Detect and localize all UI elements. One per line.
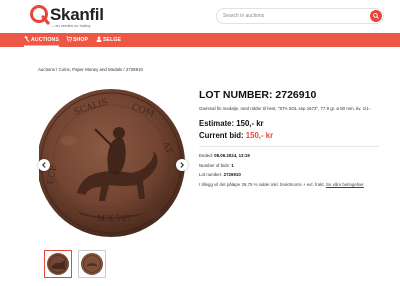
site-header: Skanfil – en verden av hobby: [0, 0, 400, 33]
next-image-button[interactable]: [176, 159, 188, 171]
svg-text:M.X 167: M.X 167: [97, 214, 131, 223]
lot-number-value: 2726910: [223, 172, 241, 177]
prev-image-button[interactable]: [38, 159, 50, 171]
estimate: Estimate: 150,- kr: [199, 119, 264, 128]
logo-icon: [30, 5, 50, 25]
fee-info: I tillegg vil det påløpe 28,75 % salær i…: [199, 182, 364, 187]
fee-text: I tillegg vil det påløpe 28,75 % salær i…: [199, 182, 325, 187]
logo-tagline: – en verden av hobby: [52, 23, 91, 28]
ended-value: 08.06.2024, 13:19: [214, 153, 250, 158]
coin-thumbnail-front: [47, 253, 69, 275]
thumbnail-1[interactable]: [44, 250, 72, 278]
main-nav: AUCTIONS SHOP SELGE: [0, 33, 400, 47]
chevron-left-icon: [41, 162, 46, 168]
estimate-label: Estimate:: [199, 119, 235, 128]
cart-icon: [66, 36, 72, 42]
coin-thumbnail-back: [81, 253, 103, 275]
lot-number-label: Lot number:: [199, 172, 223, 177]
current-bid-value: 150,- kr: [245, 131, 274, 140]
nav-item-shop[interactable]: SHOP: [66, 33, 88, 47]
ended-info: Ended: 08.06.2024, 13:19: [199, 153, 250, 158]
estimate-value: 150,- kr: [236, 119, 264, 128]
bids-info: Number of bids: 1: [199, 163, 234, 168]
thumbnail-2[interactable]: [78, 250, 106, 278]
divider: [199, 146, 379, 147]
search-box: [216, 8, 384, 24]
search-icon: [373, 13, 379, 19]
coin-image: M.X 167 SCALIS COM AT ECE: [39, 89, 185, 237]
nav-label-selge: SELGE: [103, 37, 122, 43]
chevron-right-icon: [180, 162, 185, 168]
nav-item-auctions[interactable]: AUCTIONS: [24, 33, 59, 47]
lot-description: Gammal fin medalje, med ridder til hest,…: [199, 106, 372, 111]
nav-item-selge[interactable]: SELGE: [96, 33, 121, 47]
search-button[interactable]: [370, 10, 382, 22]
lot-main-image[interactable]: M.X 167 SCALIS COM AT ECE: [39, 81, 191, 248]
logo-text: Skanfil: [50, 5, 104, 24]
bids-value: 1: [231, 163, 234, 168]
terms-link[interactable]: Se våre betingelser: [326, 182, 364, 187]
user-icon: [96, 36, 102, 42]
nav-label-auctions: AUCTIONS: [31, 37, 59, 43]
gavel-icon: [24, 36, 30, 42]
lot-title: LOT NUMBER: 2726910: [199, 89, 317, 101]
bids-label: Number of bids:: [199, 163, 230, 168]
breadcrumb: Auctions / Coins, Paper Money and Medals…: [38, 67, 143, 72]
nav-label-shop: SHOP: [73, 37, 89, 43]
current-bid-label: Current bid:: [199, 131, 244, 140]
lot-number-info: Lot number: 2726910: [199, 172, 241, 177]
current-bid: Current bid: 150,- kr: [199, 131, 273, 140]
search-input[interactable]: [223, 11, 363, 21]
ended-label: Ended:: [199, 153, 213, 158]
